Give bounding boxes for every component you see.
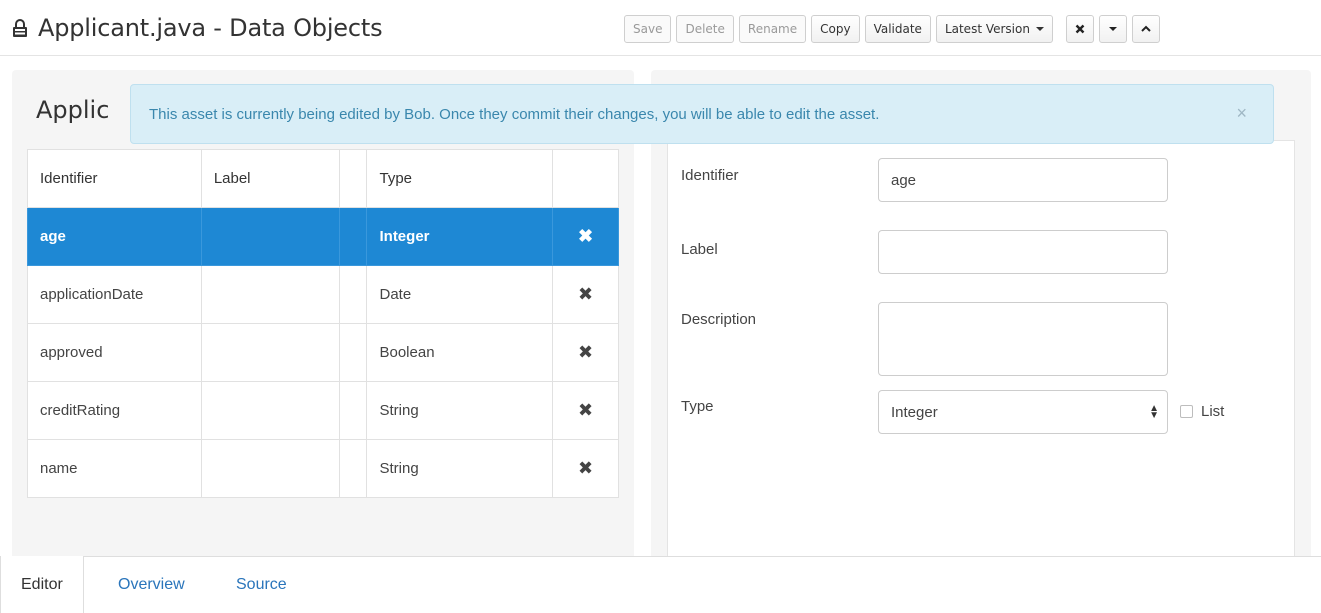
cell-label bbox=[200, 439, 340, 498]
toolbar: Save Delete Rename Copy Validate Latest … bbox=[624, 14, 1165, 44]
delete-icon[interactable]: ✖ bbox=[552, 265, 619, 324]
table-header-row: Identifier Label Type bbox=[27, 149, 619, 208]
type-select[interactable]: Integer ▲ ▼ bbox=[878, 390, 1168, 434]
chevron-up-icon bbox=[1141, 25, 1151, 32]
delete-icon[interactable]: ✖ bbox=[552, 381, 619, 440]
cell-identifier: approved bbox=[27, 323, 202, 382]
list-checkbox-wrap[interactable]: List bbox=[1180, 403, 1224, 420]
rename-button[interactable]: Rename bbox=[738, 15, 807, 43]
list-checkbox[interactable] bbox=[1180, 405, 1193, 418]
table-row[interactable]: applicationDate Date ✖ bbox=[27, 265, 619, 324]
table-row[interactable]: name String ✖ bbox=[27, 439, 619, 498]
cell-spacer bbox=[338, 265, 368, 324]
column-header-actions bbox=[552, 149, 619, 208]
cell-type: Boolean bbox=[366, 323, 554, 382]
table-row[interactable]: approved Boolean ✖ bbox=[27, 323, 619, 382]
editor-header: Applicant.java - Data Objects Save Delet… bbox=[0, 0, 1321, 56]
cell-identifier: creditRating bbox=[27, 381, 202, 440]
cell-label bbox=[200, 207, 340, 266]
caret-down-icon bbox=[1035, 27, 1044, 31]
cell-identifier: age bbox=[27, 207, 202, 266]
close-icon[interactable]: × bbox=[1236, 103, 1247, 124]
cell-label bbox=[200, 381, 340, 440]
identifier-value: age bbox=[891, 171, 917, 189]
column-header-identifier[interactable]: Identifier bbox=[27, 149, 202, 208]
alert-message: This asset is currently being edited by … bbox=[149, 105, 880, 123]
close-editor-button[interactable] bbox=[1065, 15, 1094, 43]
tab-overview[interactable]: Overview bbox=[118, 557, 185, 613]
locked-asset-alert: This asset is currently being edited by … bbox=[130, 84, 1274, 144]
fields-table: Identifier Label Type age Integer ✖ appl… bbox=[27, 149, 619, 498]
cell-identifier: applicationDate bbox=[27, 265, 202, 324]
label-label: Label bbox=[681, 241, 718, 258]
tab-editor[interactable]: Editor bbox=[0, 556, 84, 613]
description-label: Description bbox=[681, 311, 757, 328]
list-label: List bbox=[1201, 403, 1225, 420]
version-dropdown[interactable]: Latest Version bbox=[935, 15, 1053, 43]
cell-label bbox=[200, 265, 340, 324]
cell-spacer bbox=[338, 381, 368, 440]
cell-type: Date bbox=[366, 265, 554, 324]
page-title: Applicant.java - Data Objects bbox=[38, 14, 383, 42]
column-header-label[interactable]: Label bbox=[200, 149, 340, 208]
cell-spacer bbox=[338, 439, 368, 498]
title-wrap: Applicant.java - Data Objects bbox=[12, 10, 383, 46]
label-field[interactable] bbox=[878, 230, 1168, 274]
chevron-down-icon bbox=[1108, 27, 1117, 31]
delete-button[interactable]: Delete bbox=[676, 15, 734, 43]
type-label: Type bbox=[681, 398, 714, 415]
description-field[interactable] bbox=[878, 302, 1168, 376]
cell-type: String bbox=[366, 381, 554, 440]
type-value: Integer bbox=[891, 403, 938, 421]
table-row[interactable]: creditRating String ✖ bbox=[27, 381, 619, 440]
data-object-title: Applic bbox=[36, 96, 110, 124]
lock-icon bbox=[12, 18, 28, 38]
table-row[interactable]: age Integer ✖ bbox=[27, 207, 619, 266]
copy-button[interactable]: Copy bbox=[811, 15, 860, 43]
validate-button[interactable]: Validate bbox=[864, 15, 931, 43]
tab-source[interactable]: Source bbox=[236, 557, 287, 613]
identifier-label: Identifier bbox=[681, 167, 739, 184]
identifier-field[interactable]: age bbox=[878, 158, 1168, 202]
delete-icon[interactable]: ✖ bbox=[552, 439, 619, 498]
column-header-spacer bbox=[338, 149, 368, 208]
save-button[interactable]: Save bbox=[624, 15, 672, 43]
delete-icon[interactable]: ✖ bbox=[552, 207, 619, 266]
cell-label bbox=[200, 323, 340, 382]
collapse-button[interactable] bbox=[1131, 15, 1160, 43]
close-icon bbox=[1075, 24, 1085, 34]
delete-icon[interactable]: ✖ bbox=[552, 323, 619, 382]
column-header-type[interactable]: Type bbox=[366, 149, 554, 208]
menu-dropdown-button[interactable] bbox=[1098, 15, 1127, 43]
cell-type: Integer bbox=[366, 207, 554, 266]
cell-spacer bbox=[338, 207, 368, 266]
select-arrows-icon: ▲ ▼ bbox=[1149, 403, 1159, 421]
version-label: Latest Version bbox=[944, 22, 1030, 36]
cell-spacer bbox=[338, 323, 368, 382]
editor-tabs: Editor Overview Source bbox=[0, 556, 1321, 613]
cell-identifier: name bbox=[27, 439, 202, 498]
cell-type: String bbox=[366, 439, 554, 498]
